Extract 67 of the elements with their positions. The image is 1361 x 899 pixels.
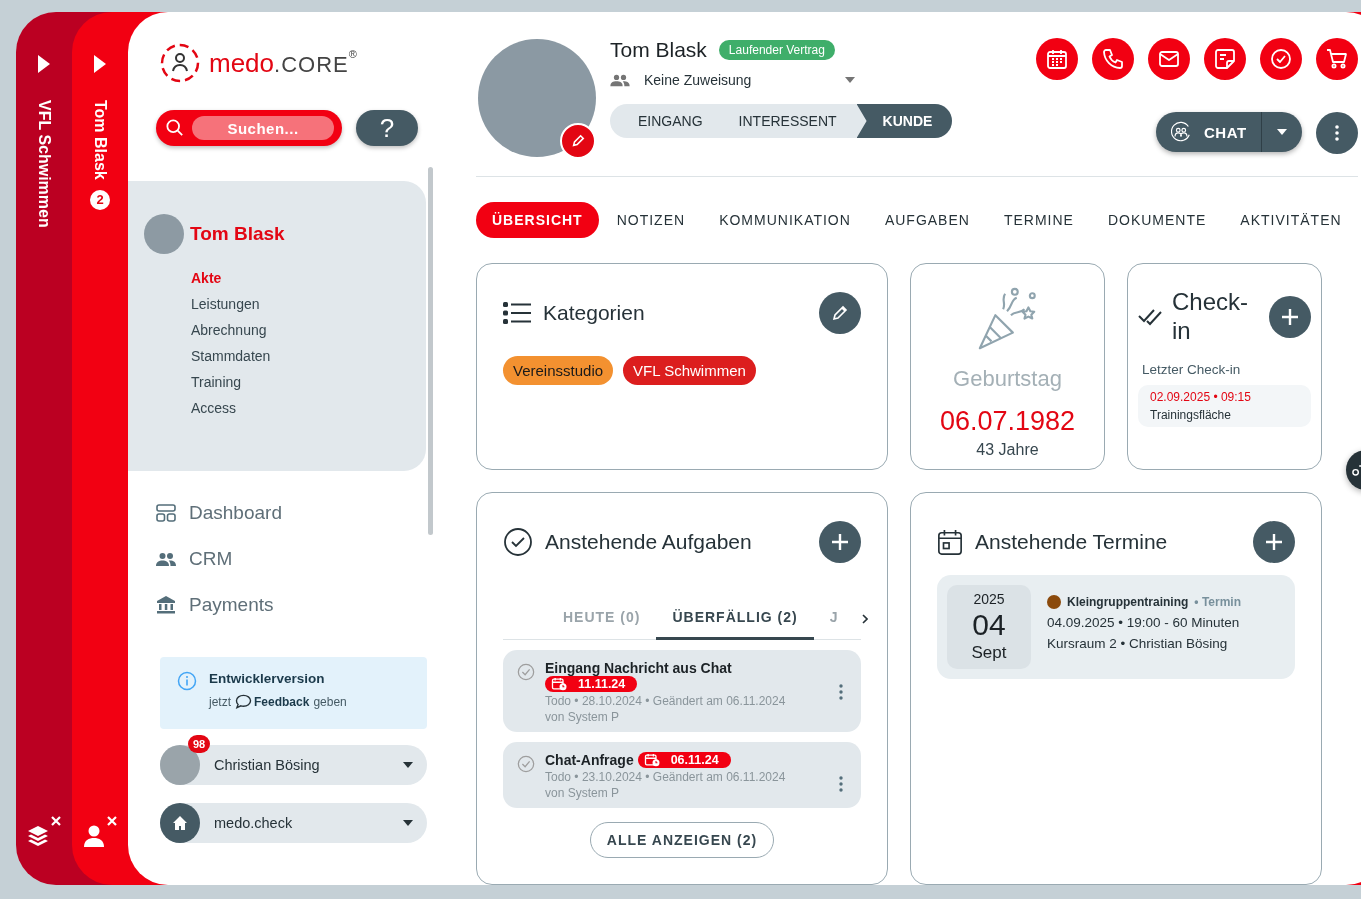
- card-title: Check-in: [1172, 288, 1250, 346]
- contact-name[interactable]: Tom Blask: [190, 223, 285, 245]
- strip-label[interactable]: Tom Blask: [91, 100, 109, 180]
- task-meta: Todo • 23.10.2024 • Geändert am 06.11.2024: [545, 770, 787, 785]
- date-month: Sept: [971, 643, 1007, 664]
- age-text: 43 Jahre: [976, 441, 1039, 459]
- card-title: Anstehende Aufgaben: [545, 530, 752, 555]
- date-year: 2025: [973, 591, 1005, 608]
- search-field[interactable]: Suchen...: [156, 110, 342, 146]
- contact-menu-item[interactable]: Leistungen: [191, 296, 426, 314]
- logo-text: medo.CORE$^{®}$: [209, 47, 357, 79]
- stage-step[interactable]: EINGANG: [610, 104, 723, 138]
- contact-menu-item[interactable]: Stammdaten: [191, 348, 426, 366]
- birth-date: 06.07.1982: [939, 406, 1076, 437]
- task-meta: Todo • 28.10.2024 • Geändert am 06.11.2024: [545, 694, 787, 709]
- check-in-place: Trainingsfläche: [1150, 407, 1232, 422]
- tab[interactable]: AKTIVITÄTEN: [1224, 202, 1358, 238]
- task-item[interactable]: Chat-Anfrage 06.11.24 Todo • 23.10.2024 • Geändert am 06.11.2024 von System P: [503, 742, 861, 809]
- due-date-tag: 11.11.24: [545, 676, 638, 693]
- task-author: von System P: [545, 710, 621, 725]
- contact-name: Tom Blask: [610, 38, 707, 62]
- date-day: 04: [972, 607, 1006, 644]
- contact-menu-item[interactable]: Akte: [191, 270, 426, 288]
- appointment-item[interactable]: 2025 04 Sept Kleingruppentraining • Termin 04.09.2025 • 19:00 - 60 Minuten Kursraum 2 • Christian Bösing: [937, 575, 1295, 680]
- feedback-link[interactable]: Feedback: [235, 694, 310, 709]
- card-title: Anstehende Termine: [975, 530, 1168, 555]
- check-in-time: 02.09.2025 • 09:15: [1150, 389, 1252, 404]
- due-date-tag: 06.11.24: [637, 752, 731, 769]
- last-check-in-label: Letzter Check-in: [1142, 361, 1242, 377]
- appointment-title: Kleingruppentraining: [1067, 595, 1189, 610]
- stage-step[interactable]: INTERESSENT: [722, 104, 857, 138]
- help-button[interactable]: ?: [356, 110, 418, 146]
- assignment-dropdown[interactable]: Keine Zuweisung: [610, 70, 855, 90]
- tab[interactable]: KOMMUNIKATION: [703, 202, 867, 238]
- stage-step[interactable]: KUNDE: [856, 104, 953, 138]
- appointment-type: • Termin: [1194, 595, 1241, 610]
- notice-title: Entwicklerversion: [209, 671, 326, 686]
- tab[interactable]: DOKUMENTE: [1091, 202, 1223, 238]
- notice-text: jetzt: [209, 694, 231, 709]
- contact-menu-item[interactable]: Abrechnung: [191, 322, 426, 340]
- task-title: Eingang Nachricht aus Chat: [545, 660, 732, 677]
- nav-item[interactable]: Dashboard: [155, 501, 440, 525]
- category-tag: VFL Schwimmen: [623, 356, 756, 385]
- tab[interactable]: TERMINE: [987, 202, 1090, 238]
- card-title: Geburtstag: [953, 366, 1062, 392]
- count-badge: 2: [90, 189, 110, 210]
- contact-menu-item[interactable]: Training: [191, 374, 426, 392]
- card-title: Kategorien: [543, 301, 645, 325]
- notification-badge: 98: [188, 735, 211, 753]
- show-all-button[interactable]: ALLE ANZEIGEN (2): [589, 822, 775, 859]
- tab[interactable]: NOTIZEN: [600, 202, 702, 238]
- appointment-time: 04.09.2025 • 19:00 - 60 Minuten: [1047, 615, 1241, 631]
- task-author: von System P: [545, 786, 621, 801]
- strip-label[interactable]: VFL Schwimmen: [35, 100, 53, 228]
- notice-text: geben: [313, 694, 347, 709]
- tab[interactable]: AUFGABEN: [868, 202, 986, 238]
- tab[interactable]: ÜBERSICHT: [476, 202, 599, 238]
- contact-menu-item[interactable]: Access: [191, 400, 426, 418]
- nav-item[interactable]: CRM: [155, 547, 440, 571]
- task-tab[interactable]: ÜBERFÄLLIG (2): [656, 599, 814, 641]
- category-tag: Vereinsstudio: [503, 356, 614, 385]
- task-title: Chat-Anfrage: [545, 752, 634, 769]
- nav-item[interactable]: Payments: [155, 593, 440, 617]
- appointment-place: Kursraum 2 • Christian Bösing: [1047, 636, 1229, 652]
- contract-status-tag: Laufender Vertrag: [718, 40, 835, 60]
- task-item[interactable]: Eingang Nachricht aus Chat 11.11.24 Todo • 28.10.2024 • Geändert am 06.11.2024 von System P: [503, 650, 861, 733]
- chat-button[interactable]: CHAT: [1156, 112, 1262, 152]
